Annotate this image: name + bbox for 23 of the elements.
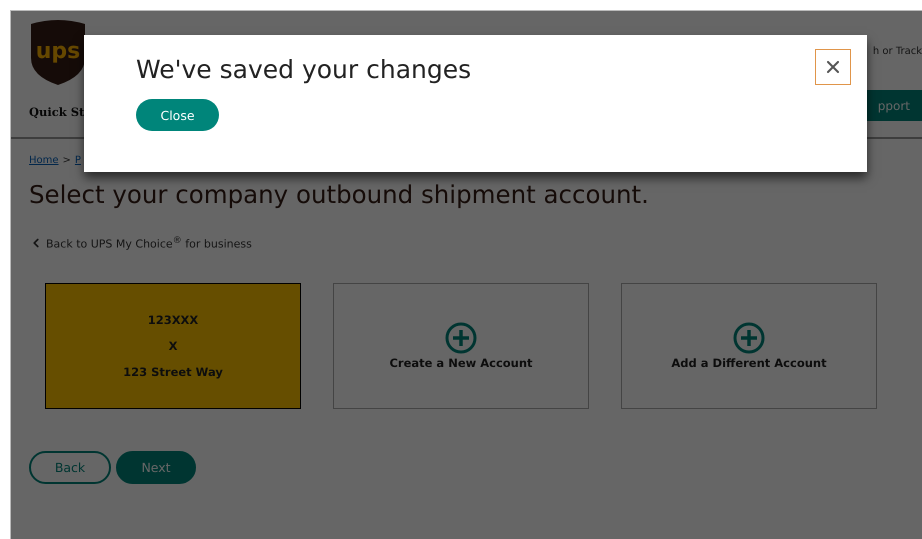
add-account-card[interactable]: Add a Different Account — [621, 282, 877, 409]
back-link[interactable]: Back to UPS My Choice$^{®}$ for business — [29, 235, 922, 251]
plus-circle-icon — [445, 322, 477, 354]
account-detail: X — [168, 338, 178, 353]
add-account-card[interactable]: Create a New Account — [333, 282, 589, 409]
logo: ups — [29, 18, 87, 86]
search-track-link[interactable]: h or Track — [872, 46, 922, 57]
breadcrumb-link[interactable]: P — [74, 155, 81, 166]
card-label: Add a Different Account — [671, 356, 827, 370]
nav-item[interactable]: Quick St — [29, 105, 84, 119]
close-icon-button[interactable] — [815, 49, 851, 85]
dialog-title: We've saved your changes — [136, 55, 472, 84]
account-detail: 123XXX — [148, 312, 198, 327]
back-button[interactable]: Back — [29, 450, 111, 484]
close-button[interactable]: Close — [136, 99, 219, 131]
breadcrumb-link[interactable]: Home — [29, 155, 59, 166]
plus-circle-icon — [733, 322, 765, 354]
account-detail: 123 Street Way — [123, 364, 223, 379]
page-heading: Select your company outbound shipment account. — [29, 180, 650, 209]
card-label: Create a New Account — [389, 356, 533, 370]
account-card[interactable]: 123XXX X 123 Street Way — [45, 282, 301, 409]
breadcrumb-separator: > — [62, 155, 71, 166]
next-button[interactable]: Next — [116, 450, 196, 484]
